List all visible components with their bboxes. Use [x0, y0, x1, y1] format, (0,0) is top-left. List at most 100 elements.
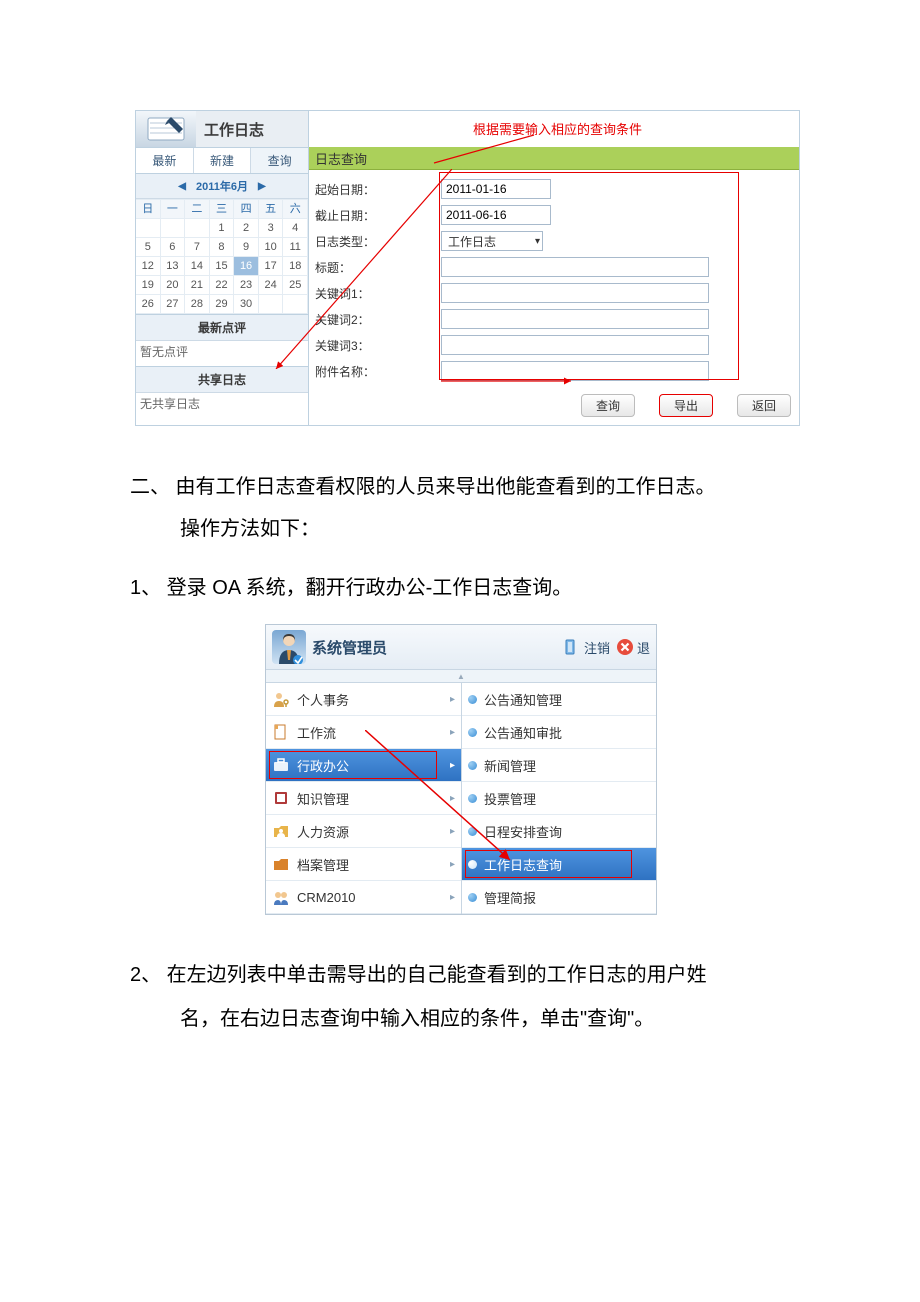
calendar-day: [185, 219, 210, 238]
attachment-input[interactable]: [441, 361, 709, 381]
calendar-day: [136, 219, 161, 238]
calendar-dow: 日: [136, 200, 161, 219]
calendar-day[interactable]: 18: [283, 257, 308, 276]
nav-item-label: 投票管理: [484, 789, 536, 808]
bullet-icon: [468, 728, 477, 737]
log-type-select[interactable]: 工作日志▾: [441, 231, 543, 251]
nav-left-item[interactable]: CRM2010▸: [266, 881, 461, 914]
nav-item-label: 行政办公: [297, 756, 349, 775]
nav-left-item[interactable]: 人力资源 ▸: [266, 815, 461, 848]
calendar-day[interactable]: 24: [259, 276, 284, 295]
calendar-day[interactable]: 22: [210, 276, 235, 295]
chevron-right-icon: ▸: [450, 727, 455, 738]
avatar-icon: [272, 630, 306, 664]
calendar-day[interactable]: 3: [259, 219, 284, 238]
calendar-day[interactable]: 21: [185, 276, 210, 295]
calendar-day[interactable]: 25: [283, 276, 308, 295]
calendar-day[interactable]: 13: [161, 257, 186, 276]
nav-right-item[interactable]: 新闻管理: [462, 749, 656, 782]
latest-comments-body: 暂无点评: [136, 341, 308, 366]
calendar-dow: 三: [210, 200, 235, 219]
calendar-day[interactable]: 28: [185, 295, 210, 314]
tab-query[interactable]: 查询: [251, 148, 308, 173]
exit-button[interactable]: 退: [616, 638, 650, 657]
calendar: ◀ 2011年6月 ▶ 日一二三四五六123456789101112131415…: [136, 174, 308, 315]
calendar-day[interactable]: 5: [136, 238, 161, 257]
calendar-day[interactable]: 11: [283, 238, 308, 257]
calendar-day[interactable]: 23: [234, 276, 259, 295]
calendar-day[interactable]: 17: [259, 257, 284, 276]
calendar-day[interactable]: 14: [185, 257, 210, 276]
nav-item-label: 人力资源: [297, 822, 349, 841]
calendar-day[interactable]: 1: [210, 219, 235, 238]
end-date-label: 截止日期：: [315, 207, 441, 224]
next-month-button[interactable]: ▶: [258, 181, 266, 192]
nav-left-item[interactable]: 行政办公▸: [266, 749, 461, 782]
calendar-day[interactable]: 12: [136, 257, 161, 276]
start-date-label: 起始日期：: [315, 181, 441, 198]
keyword1-input[interactable]: [441, 283, 709, 303]
nav-right-item[interactable]: 投票管理: [462, 782, 656, 815]
right-pane: 日志查询 起始日期： 截止日期： 日志类型： 工作日志▾ 标题： 关键词1： 关…: [309, 111, 799, 425]
chevron-right-icon: ▸: [450, 826, 455, 837]
red-annotation: 根据需要输入相应的查询条件: [316, 110, 799, 146]
nav-right-item[interactable]: 公告通知管理: [462, 683, 656, 716]
title-input[interactable]: [441, 257, 709, 277]
nav-item-label: 档案管理: [297, 855, 349, 874]
collapse-handle[interactable]: ▲: [266, 670, 656, 683]
calendar-day[interactable]: 8: [210, 238, 235, 257]
step-2: 2、 在左边列表中单击需导出的自己能查看到的工作日志的用户姓 名，在右边日志查询…: [130, 955, 790, 1043]
back-button[interactable]: 返回: [737, 394, 791, 417]
keyword2-input[interactable]: [441, 309, 709, 329]
start-date-input[interactable]: [441, 179, 551, 199]
calendar-dow: 一: [161, 200, 186, 219]
keyword1-label: 关键词1：: [315, 285, 441, 302]
calendar-day[interactable]: 4: [283, 219, 308, 238]
tab-latest[interactable]: 最新: [136, 148, 194, 173]
doc-icon: [272, 723, 290, 741]
prev-month-button[interactable]: ◀: [178, 181, 186, 192]
nav-right-item[interactable]: 公告通知审批: [462, 716, 656, 749]
calendar-day[interactable]: 16: [234, 257, 259, 276]
nav-menu-screenshot-wrap: 系统管理员 注销 退 ▲ 个人事务▸工作流▸行政办公▸知识管理▸人力资源▸档案管…: [265, 624, 655, 915]
query-button[interactable]: 查询: [581, 394, 635, 417]
calendar-day[interactable]: 7: [185, 238, 210, 257]
calendar-day[interactable]: 9: [234, 238, 259, 257]
keyword3-input[interactable]: [441, 335, 709, 355]
calendar-day[interactable]: 19: [136, 276, 161, 295]
nav-left-item[interactable]: 个人事务▸: [266, 683, 461, 716]
nav-left-item[interactable]: 档案管理▸: [266, 848, 461, 881]
nav-right-column: 公告通知管理公告通知审批新闻管理投票管理日程安排查询工作日志查询管理简报: [462, 683, 656, 914]
end-date-input[interactable]: [441, 205, 551, 225]
shared-logs-section: 共享日志 无共享日志: [136, 367, 308, 418]
book-icon: [272, 789, 290, 807]
calendar-day[interactable]: 29: [210, 295, 235, 314]
nav-right-item[interactable]: 管理简报: [462, 881, 656, 914]
close-icon: [616, 638, 634, 656]
calendar-day[interactable]: 20: [161, 276, 186, 295]
calendar-day[interactable]: 30: [234, 295, 259, 314]
calendar-day[interactable]: 27: [161, 295, 186, 314]
folder-icon: [272, 855, 290, 873]
nav-right-item[interactable]: 日程安排查询: [462, 815, 656, 848]
tab-new[interactable]: 新建: [194, 148, 252, 173]
calendar-day[interactable]: 15: [210, 257, 235, 276]
nav-item-label: 个人事务: [297, 690, 349, 709]
attachment-label: 附件名称：: [315, 363, 441, 380]
bullet-icon: [468, 695, 477, 704]
person-key-icon: [272, 690, 290, 708]
bullet-icon: [468, 794, 477, 803]
latest-comments-section: 最新点评 暂无点评: [136, 315, 308, 367]
calendar-day[interactable]: 2: [234, 219, 259, 238]
nav-left-item[interactable]: 知识管理▸: [266, 782, 461, 815]
logout-button[interactable]: 注销: [563, 638, 610, 657]
export-button[interactable]: 导出: [659, 394, 713, 417]
calendar-day[interactable]: 10: [259, 238, 284, 257]
calendar-day[interactable]: 26: [136, 295, 161, 314]
calendar-day[interactable]: 6: [161, 238, 186, 257]
logout-icon: [563, 638, 581, 656]
nav-right-item[interactable]: 工作日志查询: [462, 848, 656, 881]
nav-item-label: 工作流: [297, 723, 336, 742]
nav-left-item[interactable]: 工作流 ▸: [266, 716, 461, 749]
nav-item-label: 新闻管理: [484, 756, 536, 775]
